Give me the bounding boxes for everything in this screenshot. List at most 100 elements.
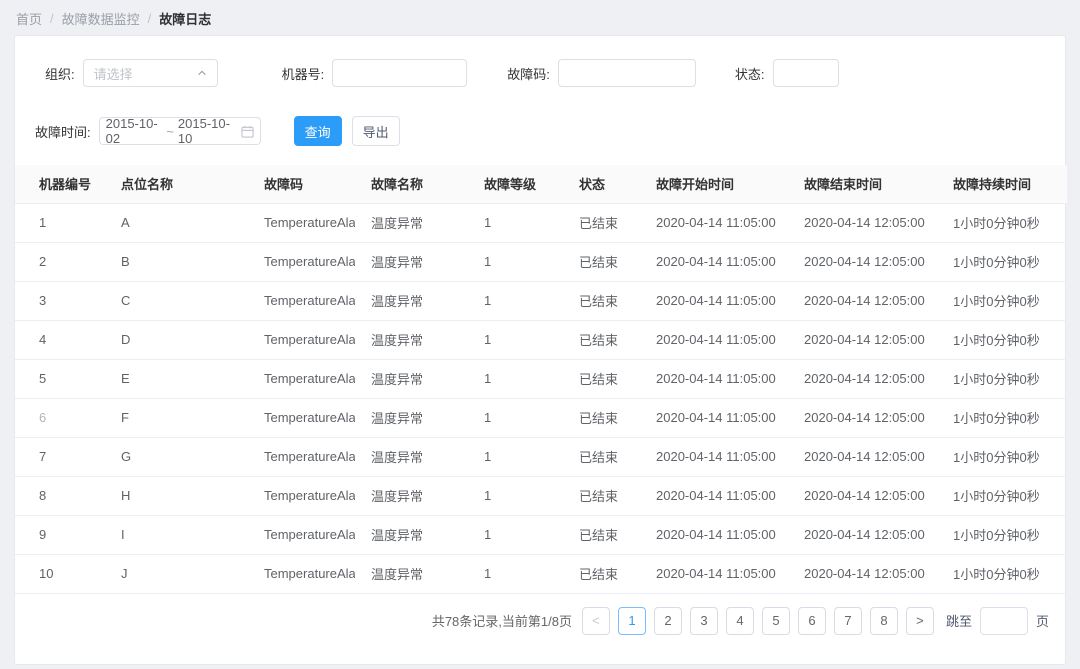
table-cell: TemperatureAlarm [248,359,355,398]
table-cell: 5 [15,359,105,398]
table-cell: TemperatureAlarm [248,437,355,476]
table-cell: 2020-04-14 11:05:00 [640,242,788,281]
page-button-6[interactable]: 6 [798,607,826,635]
breadcrumb-separator: / [148,11,152,26]
pagination: 共78条记录,当前第1/8页 < 12345678 > 跳至 页 [15,594,1065,635]
table-cell: 2020-04-14 12:05:00 [788,203,937,242]
search-button[interactable]: 查询 [294,116,342,146]
table-cell: 已结束 [563,398,640,437]
jump-to-page-input[interactable] [980,607,1028,635]
table-cell: 6 [15,398,105,437]
table-row: 4DTemperatureAlarm温度异常1已结束2020-04-14 11:… [15,320,1067,359]
table-cell: TemperatureAlarm [248,476,355,515]
table-cell: TemperatureAlarm [248,515,355,554]
table-row: 3CTemperatureAlarm温度异常1已结束2020-04-14 11:… [15,281,1067,320]
breadcrumb-separator: / [50,11,54,26]
status-label: 状态: [735,64,765,83]
table-cell: 2020-04-14 12:05:00 [788,320,937,359]
table-cell: TemperatureAlarm [248,554,355,593]
table-cell: 1小时0分钟0秒 [937,242,1067,281]
table-header: 机器编号点位名称故障码故障名称故障等级状态故障开始时间故障结束时间故障持续时间 [15,165,1067,203]
table-cell: 2020-04-14 12:05:00 [788,476,937,515]
table-cell: E [105,359,248,398]
machine-no-label: 机器号: [282,64,325,83]
table-cell: G [105,437,248,476]
machine-no-input[interactable] [332,59,467,87]
page-button-8[interactable]: 8 [870,607,898,635]
page-button-3[interactable]: 3 [690,607,718,635]
breadcrumb-item: 故障日志 [159,9,211,28]
table-cell: 2 [15,242,105,281]
fault-code-input[interactable] [558,59,696,87]
export-button[interactable]: 导出 [352,116,400,146]
table-cell: 温度异常 [355,320,468,359]
page-button-4[interactable]: 4 [726,607,754,635]
table-cell: 2020-04-14 11:05:00 [640,281,788,320]
status-input[interactable] [773,59,839,87]
page-button-5[interactable]: 5 [762,607,790,635]
table-cell: 2020-04-14 11:05:00 [640,398,788,437]
fault-log-table: 机器编号点位名称故障码故障名称故障等级状态故障开始时间故障结束时间故障持续时间 … [15,165,1067,594]
org-select[interactable]: 请选择 [83,59,218,87]
table-cell: 温度异常 [355,203,468,242]
table-cell: 已结束 [563,281,640,320]
table-cell: TemperatureAlarm [248,203,355,242]
table-cell: 已结束 [563,242,640,281]
table-cell: 1小时0分钟0秒 [937,398,1067,437]
table-cell: 1 [468,437,563,476]
table-cell: 2020-04-14 12:05:00 [788,359,937,398]
breadcrumb: 首页 / 故障数据监控 / 故障日志 [0,0,1080,28]
table-cell: 8 [15,476,105,515]
table-row: 9ITemperatureAlarm温度异常1已结束2020-04-14 11:… [15,515,1067,554]
chevron-up-icon [197,68,207,78]
page-button-2[interactable]: 2 [654,607,682,635]
jump-to-label: 跳至 [946,611,972,630]
breadcrumb-item[interactable]: 故障数据监控 [62,9,140,28]
table-cell: 2020-04-14 12:05:00 [788,554,937,593]
table-cell: F [105,398,248,437]
page-button-1[interactable]: 1 [618,607,646,635]
table-cell: TemperatureAlarm [248,320,355,359]
table-cell: 1小时0分钟0秒 [937,515,1067,554]
table-cell: TemperatureAlarm [248,398,355,437]
table-cell: 2020-04-14 12:05:00 [788,437,937,476]
fault-time-start: 2015-10-02 [106,116,163,146]
column-header: 故障码 [248,165,355,203]
table-cell: 9 [15,515,105,554]
table-cell: H [105,476,248,515]
page-button-7[interactable]: 7 [834,607,862,635]
table-cell: 1 [15,203,105,242]
fault-log-card: 组织: 请选择 机器号: 故障码: 状态: 故障时间: 2015-10-02 ~… [14,35,1066,665]
filter-row-bottom: 故障时间: 2015-10-02 ~ 2015-10-10 查询 导出 [15,87,1065,146]
table-cell: J [105,554,248,593]
jump-page-suffix: 页 [1036,611,1049,630]
table-cell: 1 [468,242,563,281]
next-page-button[interactable]: > [906,607,934,635]
table-cell: 4 [15,320,105,359]
table-cell: 10 [15,554,105,593]
table-cell: 2020-04-14 11:05:00 [640,554,788,593]
fault-code-label: 故障码: [507,64,550,83]
table-row: 6FTemperatureAlarm温度异常1已结束2020-04-14 11:… [15,398,1067,437]
org-label: 组织: [45,64,75,83]
column-header: 故障结束时间 [788,165,937,203]
pagination-summary: 共78条记录,当前第1/8页 [432,611,572,630]
table-cell: 已结束 [563,203,640,242]
table-row: 2BTemperatureAlarm温度异常1已结束2020-04-14 11:… [15,242,1067,281]
table-cell: 已结束 [563,554,640,593]
fault-time-separator: ~ [166,124,174,139]
breadcrumb-item[interactable]: 首页 [16,9,42,28]
calendar-icon [241,125,254,138]
prev-page-button[interactable]: < [582,607,610,635]
table-cell: 温度异常 [355,398,468,437]
table-cell: B [105,242,248,281]
table-cell: 2020-04-14 12:05:00 [788,515,937,554]
table-cell: 已结束 [563,515,640,554]
table-cell: 2020-04-14 11:05:00 [640,515,788,554]
table-cell: 温度异常 [355,476,468,515]
fault-time-range-picker[interactable]: 2015-10-02 ~ 2015-10-10 [99,117,261,145]
table-cell: 1 [468,359,563,398]
table-cell: 2020-04-14 11:05:00 [640,359,788,398]
table-cell: 7 [15,437,105,476]
table-cell: 温度异常 [355,359,468,398]
